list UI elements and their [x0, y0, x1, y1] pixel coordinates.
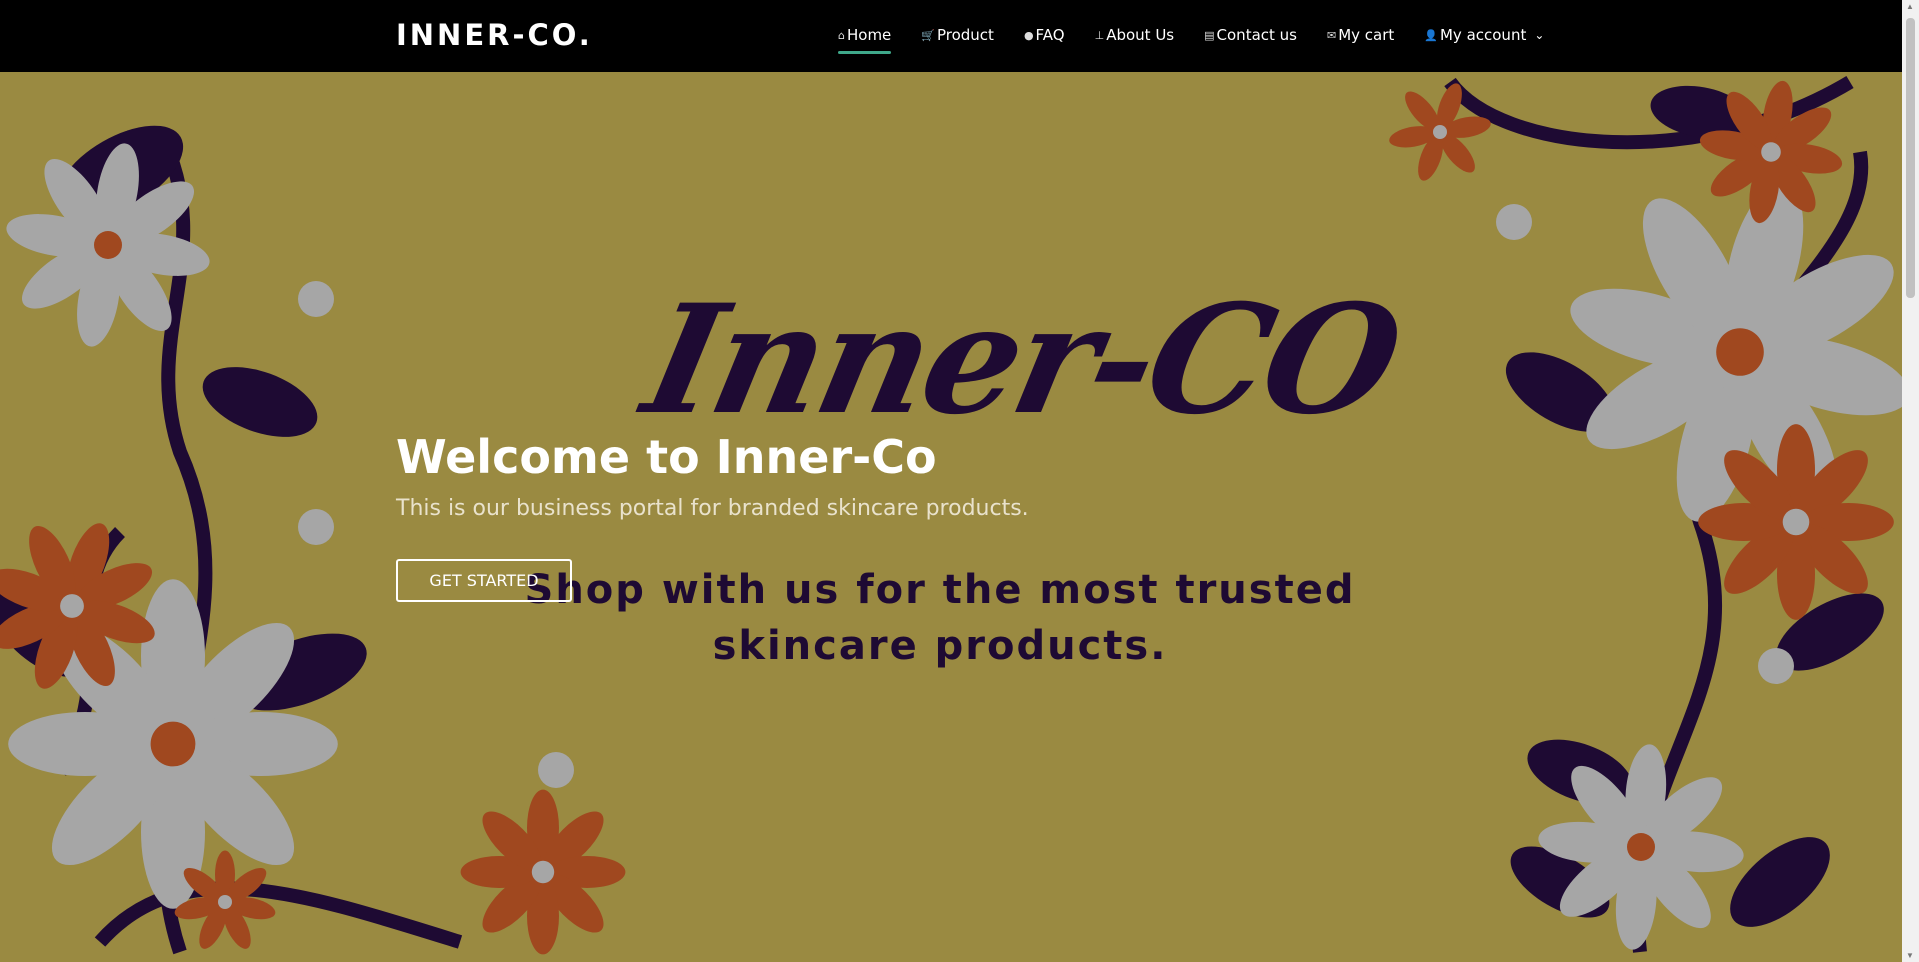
sitemap-icon: ⊥	[1094, 28, 1105, 42]
nav-label: FAQ	[1035, 26, 1065, 44]
user-icon: 👤	[1424, 28, 1438, 42]
nav-label: Contact us	[1216, 26, 1297, 44]
flower-center	[60, 594, 84, 618]
flower-center	[1433, 125, 1447, 139]
nav-label: My account	[1439, 26, 1527, 44]
brand-logo[interactable]: INNER-CO.	[396, 18, 593, 52]
scroll-up-arrow-icon[interactable]: ▲	[1906, 2, 1914, 11]
get-started-button[interactable]: GET STARTED	[396, 559, 572, 602]
background-tagline: Shop with us for the most trusted skinca…	[524, 567, 1356, 669]
flower-center	[1627, 833, 1655, 861]
nav-item-home[interactable]: ⌂ Home	[838, 24, 892, 54]
nav-item-faq[interactable]: ● FAQ	[1024, 24, 1065, 46]
flower-center	[1716, 328, 1764, 376]
nav-item-product[interactable]: 🛒 Product	[921, 24, 994, 46]
decorative-dot	[298, 509, 334, 545]
chevron-down-icon: ⌄	[1534, 28, 1545, 42]
nav-item-contact-us[interactable]: ▤ Contact us	[1204, 24, 1297, 46]
flower-center	[218, 895, 232, 909]
nav-label: Home	[846, 26, 892, 44]
background-script-title: Inner-CO	[631, 272, 1412, 448]
decorative-dot	[1496, 204, 1532, 240]
nav-item-my-cart[interactable]: ✉ My cart	[1327, 24, 1394, 46]
flower-center	[150, 721, 196, 767]
navbar: INNER-CO. ⌂ Home 🛒 Product ● FAQ ⊥ About Us ▤ Con…	[0, 0, 1902, 72]
flower-center	[1761, 142, 1781, 162]
vine-stem	[94, 881, 463, 949]
hero-title: Welcome to Inner-Co	[396, 430, 937, 484]
nav-item-about-us[interactable]: ⊥ About Us	[1095, 24, 1175, 46]
leaf	[202, 367, 318, 437]
nav-item-my-account[interactable]: 👤 My account ⌄	[1424, 24, 1544, 46]
decorative-dot	[538, 752, 574, 788]
leaf	[1730, 837, 1830, 927]
flower-center	[1782, 508, 1810, 536]
nav-label: About Us	[1106, 26, 1175, 44]
nav-label: My cart	[1338, 26, 1395, 44]
home-icon: ⌂	[838, 28, 845, 42]
scrollbar[interactable]: ▲ ▼	[1902, 0, 1919, 962]
envelope-icon: ✉	[1326, 28, 1337, 42]
hero-subtitle: This is our business portal for branded …	[396, 496, 1029, 521]
decorative-dot	[298, 281, 334, 317]
scrollbar-thumb[interactable]	[1906, 18, 1915, 298]
flower-center	[94, 231, 122, 259]
contact-book-icon: ▤	[1204, 28, 1215, 42]
nav-label: Product	[936, 26, 994, 44]
nav-menu: ⌂ Home 🛒 Product ● FAQ ⊥ About Us ▤ Contact us ✉ My…	[838, 24, 1544, 54]
scroll-down-arrow-icon[interactable]: ▼	[1906, 951, 1914, 960]
flower-center	[531, 860, 555, 884]
chat-icon: ●	[1023, 28, 1034, 42]
hero-banner: Inner-CO Shop with us for the most trust…	[0, 72, 1902, 962]
cart-icon: 🛒	[921, 28, 935, 42]
decorative-dot	[1758, 648, 1794, 684]
